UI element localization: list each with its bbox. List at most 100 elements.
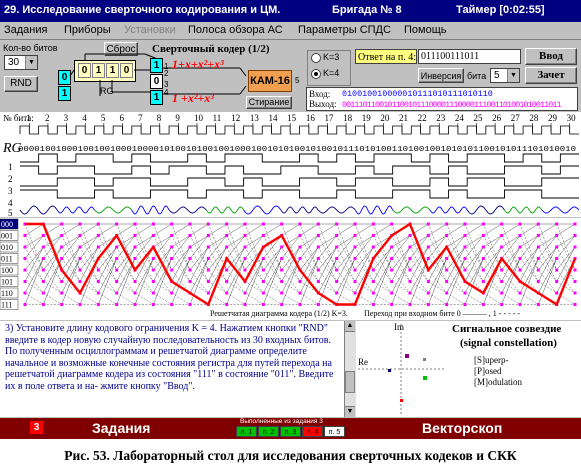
menu-item-params[interactable]: Параметры СПДС	[298, 24, 391, 36]
trellis-edge	[464, 235, 484, 259]
trellis-node	[390, 245, 394, 249]
trellis-edge	[519, 235, 539, 248]
output-bit-0: 1	[150, 58, 163, 73]
trellis-edge	[519, 258, 539, 305]
trellis-edge	[226, 281, 246, 294]
title-bar: 29. Исследование сверточного кодирования…	[0, 0, 581, 22]
trellis-edge	[43, 246, 62, 271]
menu-item-band[interactable]: Полоса обзора АС	[188, 24, 283, 36]
trellis-node	[536, 257, 540, 260]
bit-number: 7	[138, 113, 143, 123]
bit-select[interactable]: 5 ▼	[490, 68, 520, 83]
modulated-trace-segment	[541, 206, 580, 214]
lower-panel: 3) Установите длину кодового ограничения…	[0, 321, 581, 417]
trellis-node	[225, 245, 229, 249]
k3-radio[interactable]	[311, 53, 321, 63]
trellis-edge	[171, 235, 191, 248]
bit-number: 1	[26, 113, 31, 123]
trellis-node	[463, 234, 467, 237]
trellis-node	[41, 291, 45, 295]
trellis-node	[573, 291, 577, 295]
k4-radio[interactable]	[311, 69, 321, 79]
trellis-edge	[98, 258, 117, 282]
erase-button[interactable]: Стирание	[246, 96, 292, 109]
state-label: 100	[1, 266, 13, 275]
credit-button[interactable]: Зачет	[525, 67, 577, 84]
trellis-node	[115, 268, 119, 272]
trellis-edge	[538, 258, 557, 294]
constellation-point	[388, 369, 391, 372]
trace-label-3: 3	[8, 186, 13, 196]
constellation-point	[400, 399, 403, 402]
trellis-node	[280, 257, 284, 260]
trellis-edge	[299, 246, 319, 271]
trace-label-1: 1	[8, 162, 13, 172]
scroll-down-icon[interactable]: ▼	[345, 406, 355, 417]
trellis-node	[316, 222, 320, 226]
trace-label-2: 2	[8, 174, 13, 184]
trellis-edge	[446, 235, 466, 259]
trellis-node	[188, 268, 192, 272]
state-label: 001	[1, 232, 13, 241]
bit-number: 8	[157, 113, 162, 123]
trellis-edge	[336, 258, 356, 282]
trellis-node	[353, 245, 357, 249]
trellis-node	[243, 234, 247, 237]
trellis-edge	[318, 235, 337, 259]
task-scrollbar[interactable]: ▲ ▼	[344, 321, 356, 417]
bit-number: 12	[231, 113, 240, 123]
progress-item[interactable]: п. 3	[280, 426, 301, 437]
trellis-edge	[43, 292, 62, 305]
trellis-node	[353, 222, 357, 226]
trellis-node	[371, 280, 375, 283]
modulated-trace-segment	[354, 205, 394, 215]
trellis-node	[78, 268, 82, 272]
menu-item-help[interactable]: Помощь	[404, 24, 447, 36]
clock-trace	[19, 125, 579, 135]
progress-item[interactable]: п. 5	[324, 426, 345, 437]
vectorscope-button[interactable]: Векторскоп	[422, 420, 502, 436]
trellis-edge	[263, 258, 282, 294]
trellis-edge	[171, 258, 191, 282]
menu-item-tasks[interactable]: Задания	[4, 24, 47, 36]
progress-item[interactable]: п. 4	[302, 426, 323, 437]
scroll-up-icon[interactable]: ▲	[345, 321, 355, 332]
trellis-node	[96, 245, 100, 249]
trellis-node	[573, 234, 577, 237]
window-title: 29. Исследование сверточного кодирования…	[4, 4, 281, 16]
trellis-edge	[226, 246, 246, 271]
trellis-edge	[318, 223, 337, 236]
trellis-node	[60, 291, 64, 295]
trellis-node	[298, 245, 302, 249]
enter-button[interactable]: Ввод	[525, 48, 577, 65]
trellis-node	[225, 234, 229, 237]
menu-item-devices[interactable]: Приборы	[64, 24, 111, 36]
state-label: 010	[1, 243, 13, 252]
trellis-node	[133, 280, 137, 283]
trellis-node	[371, 234, 375, 237]
trellis-node	[188, 303, 192, 306]
scroll-thumb[interactable]	[345, 371, 355, 393]
progress-item[interactable]: п. 2	[258, 426, 279, 437]
trellis-node	[445, 234, 449, 237]
trellis-edge	[428, 258, 447, 282]
modulated-trace-segment	[392, 206, 431, 214]
trellis-node	[408, 303, 412, 306]
trellis-node	[280, 222, 284, 226]
trellis-node	[96, 234, 100, 237]
trellis-node	[23, 257, 27, 260]
trellis-node	[518, 268, 522, 272]
progress-item[interactable]: п. 1	[236, 426, 257, 437]
trellis-node	[426, 291, 430, 295]
trellis-node	[133, 291, 137, 295]
inversion-button[interactable]: Инверсия	[418, 68, 464, 83]
trellis-panel: Решетчатая диаграмма кодера (1/2) K=3. П…	[0, 218, 581, 320]
trellis-node	[445, 303, 449, 306]
trellis-edge	[318, 235, 337, 248]
answer-input[interactable]: 011100111011	[418, 49, 521, 64]
k4-label: K=4	[323, 68, 340, 78]
trellis-node	[518, 303, 522, 306]
tasks-button[interactable]: Задания	[92, 420, 150, 436]
modulated-trace-segment	[205, 206, 244, 214]
status-bar: 3 Задания Выполненные из задания 3 п. 1п…	[0, 418, 581, 439]
